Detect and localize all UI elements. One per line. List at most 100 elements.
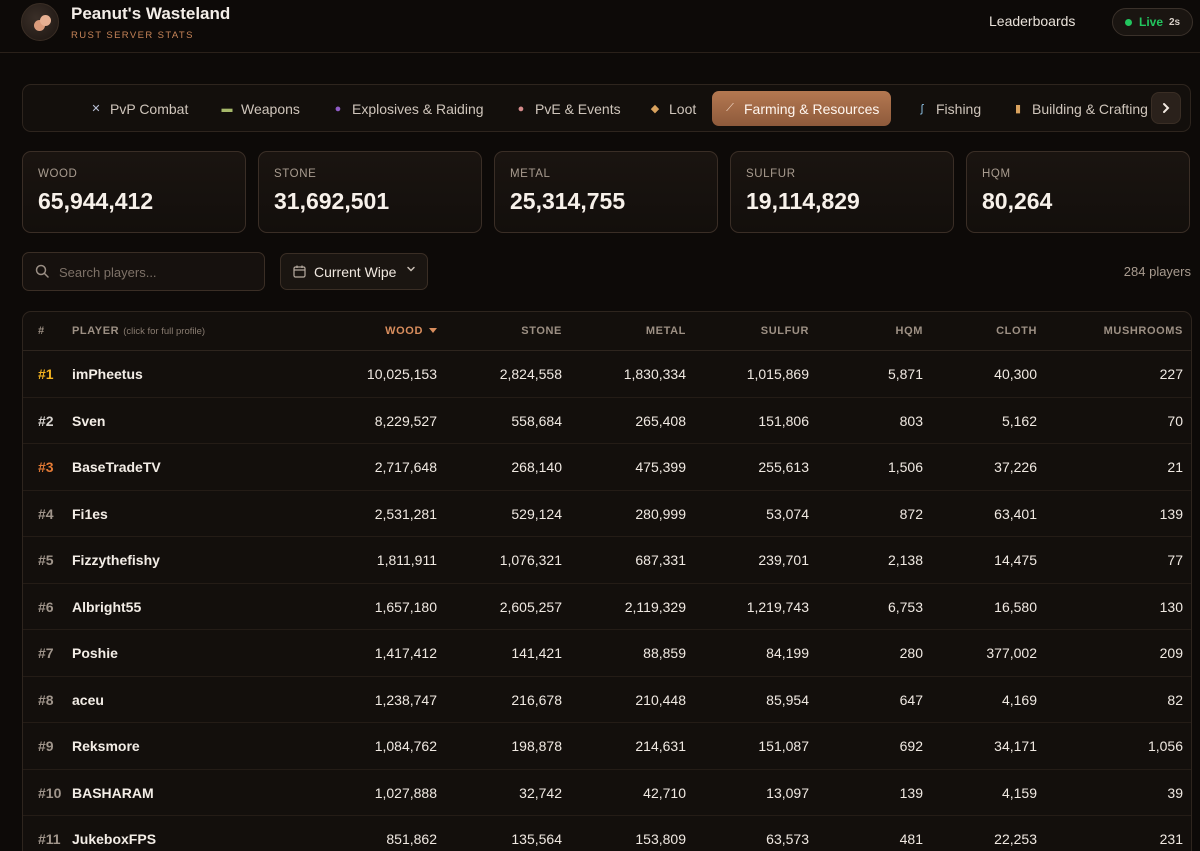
sulfur-cell: 239,701 bbox=[758, 552, 809, 568]
table-row[interactable]: #6 Albright55 1,657,180 2,605,257 2,119,329 1… bbox=[23, 584, 1191, 630]
sulfur-cell: 151,087 bbox=[758, 738, 809, 754]
peanut-logo-icon[interactable] bbox=[21, 3, 59, 41]
table-row[interactable]: #11 JukeboxFPS 851,862 135,564 153,809 63,573… bbox=[23, 816, 1191, 851]
col-sulfur-header[interactable]: SULFUR bbox=[699, 325, 809, 337]
player-name-link[interactable]: imPheetus bbox=[72, 366, 143, 382]
mushrooms-cell: 1,056 bbox=[1147, 738, 1183, 754]
wood-cell: 1,027,888 bbox=[374, 784, 437, 801]
bomb-icon: ● bbox=[334, 102, 342, 115]
player-name-link[interactable]: aceu bbox=[72, 692, 104, 708]
cloth-cell: 377,002 bbox=[986, 645, 1037, 661]
player-name-link[interactable]: BASHARAM bbox=[72, 785, 154, 801]
player-name-link[interactable]: JukeboxFPS bbox=[72, 831, 156, 847]
tab-fishing[interactable]: ʃ Fishing bbox=[904, 91, 993, 126]
table-row[interactable]: #5 Fizzythefishy 1,811,911 1,076,321 687,331… bbox=[23, 537, 1191, 584]
hqm-cell: 2,138 bbox=[887, 552, 923, 568]
player-name-link[interactable]: Fi1es bbox=[72, 506, 108, 522]
table-row[interactable]: #9 Reksmore 1,084,762 198,878 214,631 151,087… bbox=[23, 723, 1191, 770]
cloth-cell: 63,401 bbox=[994, 505, 1037, 522]
live-status-badge[interactable]: Live 2s bbox=[1112, 8, 1193, 36]
top-header: Peanut's Wasteland RUST SERVER STATS Lea… bbox=[0, 0, 1200, 53]
metal-cell: 42,710 bbox=[643, 784, 686, 801]
wipe-filter-dropdown[interactable]: Current Wipe bbox=[280, 253, 428, 290]
tab-farming-resources[interactable]: ⟋ Farming & Resources bbox=[712, 91, 892, 126]
col-mushrooms-header[interactable]: MUSHROOMS bbox=[1063, 325, 1183, 337]
rank-cell: #11 bbox=[38, 831, 61, 847]
search-box[interactable] bbox=[22, 252, 265, 291]
tabs-next-button[interactable] bbox=[1151, 92, 1181, 124]
chevron-down-icon bbox=[407, 266, 415, 272]
search-input[interactable] bbox=[59, 261, 259, 283]
sulfur-cell: 255,613 bbox=[758, 459, 809, 475]
stat-card-hqm: HQM 80,264 bbox=[966, 151, 1190, 233]
rank-cell: #10 bbox=[38, 784, 62, 801]
mushrooms-cell: 139 bbox=[1159, 505, 1183, 522]
stat-value: 80,264 bbox=[982, 188, 1053, 214]
table-row[interactable]: #1 imPheetus 10,025,153 2,824,558 1,830,334 1… bbox=[23, 351, 1191, 398]
cloth-cell: 34,171 bbox=[994, 738, 1037, 754]
stat-card-wood: WOOD 65,944,412 bbox=[22, 151, 246, 233]
tab-loot[interactable]: ◆ Loot bbox=[637, 91, 708, 126]
stat-value: 31,692,501 bbox=[274, 188, 390, 214]
col-wood-header[interactable]: WOOD bbox=[323, 325, 437, 337]
tab-building-crafting[interactable]: ▮ Building & Crafting bbox=[1000, 91, 1160, 126]
sort-desc-icon bbox=[429, 328, 437, 333]
site-title[interactable]: Peanut's Wasteland bbox=[71, 4, 230, 24]
wood-cell: 851,862 bbox=[386, 831, 437, 847]
col-stone-header[interactable]: STONE bbox=[452, 325, 562, 337]
wipe-filter-value: Current Wipe bbox=[314, 264, 397, 280]
col-metal-header[interactable]: METAL bbox=[576, 325, 686, 337]
rank-cell: #1 bbox=[38, 366, 54, 382]
table-row[interactable]: #4 Fi1es 2,531,281 529,124 280,999 53,074 872 6… bbox=[23, 491, 1191, 537]
metal-cell: 210,448 bbox=[635, 691, 686, 708]
player-name-link[interactable]: Poshie bbox=[72, 645, 118, 661]
metal-cell: 88,859 bbox=[643, 645, 686, 661]
rank-cell: #9 bbox=[38, 738, 54, 754]
live-label: Live bbox=[1139, 15, 1164, 29]
tab-label: PvE & Events bbox=[535, 100, 621, 117]
rank-cell: #7 bbox=[38, 645, 54, 661]
player-name-link[interactable]: BaseTradeTV bbox=[72, 459, 161, 475]
table-row[interactable]: #7 Poshie 1,417,412 141,421 88,859 84,199 280 3… bbox=[23, 630, 1191, 677]
calendar-icon bbox=[293, 265, 306, 278]
table-row[interactable]: #2 Sven 8,229,527 558,684 265,408 151,806 803 5… bbox=[23, 398, 1191, 444]
stone-cell: 198,878 bbox=[511, 738, 562, 754]
cloth-cell: 37,226 bbox=[994, 459, 1037, 475]
tab-pvp-combat[interactable]: ✕ PvP Combat bbox=[78, 91, 200, 126]
table-row[interactable]: #10 BASHARAM 1,027,888 32,742 42,710 13,097 13… bbox=[23, 770, 1191, 816]
tab-pve-events[interactable]: ● PvE & Events bbox=[503, 91, 633, 126]
stat-value: 25,314,755 bbox=[510, 188, 626, 214]
gun-icon: ▬ bbox=[221, 102, 233, 115]
stat-value: 65,944,412 bbox=[38, 188, 154, 214]
hqm-cell: 1,506 bbox=[887, 459, 923, 475]
player-name-link[interactable]: Reksmore bbox=[72, 738, 140, 754]
rank-cell: #6 bbox=[38, 598, 54, 615]
nav-leaderboards-link[interactable]: Leaderboards bbox=[989, 13, 1075, 29]
table-row[interactable]: #8 aceu 1,238,747 216,678 210,448 85,954 647 4,… bbox=[23, 677, 1191, 723]
col-player-header[interactable]: PLAYER (click for full profile) bbox=[72, 325, 205, 337]
search-icon bbox=[35, 264, 49, 278]
col-hqm-header[interactable]: HQM bbox=[813, 325, 923, 337]
live-interval: 2s bbox=[1169, 17, 1181, 28]
player-name-link[interactable]: Albright55 bbox=[72, 599, 141, 615]
metal-cell: 475,399 bbox=[635, 459, 686, 475]
leaderboard-table: # PLAYER (click for full profile) WOOD ST… bbox=[22, 311, 1192, 851]
table-row[interactable]: #3 BaseTradeTV 2,717,648 268,140 475,399 255,… bbox=[23, 444, 1191, 491]
wood-cell: 10,025,153 bbox=[366, 366, 437, 382]
tab-weapons[interactable]: ▬ Weapons bbox=[209, 91, 312, 126]
player-name-link[interactable]: Fizzythefishy bbox=[72, 552, 160, 568]
tab-explosives-raiding[interactable]: ● Explosives & Raiding bbox=[320, 91, 496, 126]
stone-cell: 1,076,321 bbox=[499, 552, 562, 568]
mushrooms-cell: 39 bbox=[1167, 784, 1183, 801]
col-cloth-header[interactable]: CLOTH bbox=[927, 325, 1037, 337]
site-subtitle: RUST SERVER STATS bbox=[71, 30, 194, 41]
metal-cell: 265,408 bbox=[635, 412, 686, 429]
wood-cell: 8,229,527 bbox=[374, 412, 437, 429]
hqm-cell: 647 bbox=[899, 691, 923, 708]
pickaxe-icon: ⟋ bbox=[726, 102, 734, 114]
table-header: # PLAYER (click for full profile) WOOD ST… bbox=[23, 312, 1191, 351]
player-name-link[interactable]: Sven bbox=[72, 413, 105, 429]
wood-cell: 1,657,180 bbox=[374, 598, 437, 615]
stat-card-sulfur: SULFUR 19,114,829 bbox=[730, 151, 954, 233]
mushrooms-cell: 70 bbox=[1167, 412, 1183, 429]
